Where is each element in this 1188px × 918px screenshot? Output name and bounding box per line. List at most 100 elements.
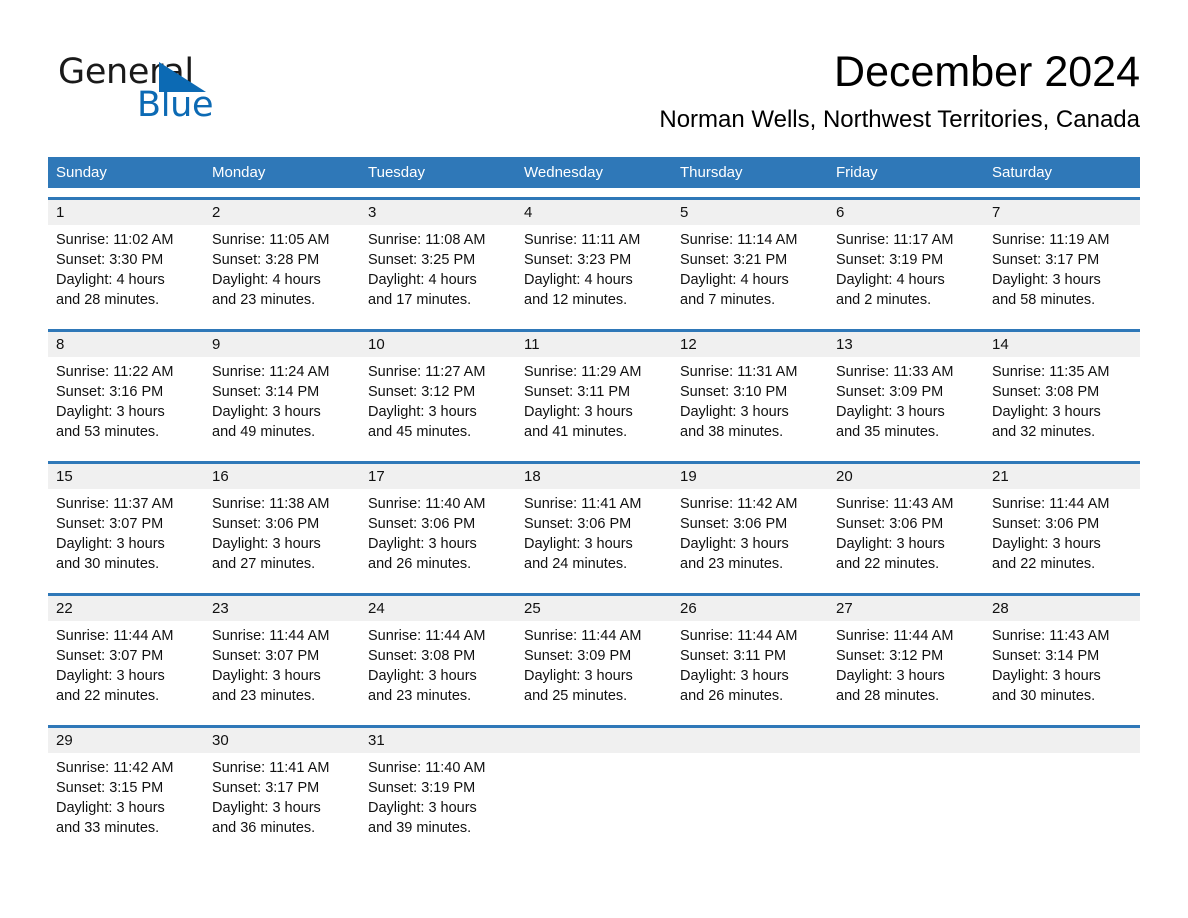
daylight-line-1: Daylight: 3 hours: [836, 668, 945, 684]
day-cell[interactable]: Sunrise: 11:43 AM Sunset: 3:06 PM Daylig…: [828, 489, 984, 584]
calendar-grid: Sunday Monday Tuesday Wednesday Thursday…: [48, 157, 1140, 848]
day-number[interactable]: 7: [984, 200, 1140, 225]
daylight-line-2: and 23 minutes.: [368, 688, 472, 704]
day-cell[interactable]: Sunrise: 11:40 AM Sunset: 3:06 PM Daylig…: [360, 489, 516, 584]
daylight-line-1: Daylight: 4 hours: [56, 272, 165, 288]
day-number[interactable]: 27: [828, 596, 984, 621]
daylight-line-1: Daylight: 3 hours: [56, 800, 165, 816]
day-cell[interactable]: Sunrise: 11:40 AM Sunset: 3:19 PM Daylig…: [360, 753, 516, 848]
day-cell[interactable]: Sunrise: 11:05 AM Sunset: 3:28 PM Daylig…: [204, 225, 360, 320]
day-cell[interactable]: Sunrise: 11:27 AM Sunset: 3:12 PM Daylig…: [360, 357, 516, 452]
daylight-line-2: and 39 minutes.: [368, 820, 472, 836]
day-cell[interactable]: Sunrise: 11:24 AM Sunset: 3:14 PM Daylig…: [204, 357, 360, 452]
day-cell[interactable]: Sunrise: 11:37 AM Sunset: 3:07 PM Daylig…: [48, 489, 204, 584]
day-cell[interactable]: Sunrise: 11:41 AM Sunset: 3:17 PM Daylig…: [204, 753, 360, 848]
sunrise-line: Sunrise: 11:11 AM: [524, 232, 641, 248]
day-number[interactable]: 1: [48, 200, 204, 225]
day-cell[interactable]: Sunrise: 11:44 AM Sunset: 3:06 PM Daylig…: [984, 489, 1140, 584]
day-cell-empty: [984, 728, 1140, 753]
day-number[interactable]: 22: [48, 596, 204, 621]
day-cell[interactable]: Sunrise: 11:43 AM Sunset: 3:14 PM Daylig…: [984, 621, 1140, 716]
sunrise-line: Sunrise: 11:08 AM: [368, 232, 486, 248]
day-cell[interactable]: Sunrise: 11:08 AM Sunset: 3:25 PM Daylig…: [360, 225, 516, 320]
day-cell[interactable]: Sunrise: 11:44 AM Sunset: 3:09 PM Daylig…: [516, 621, 672, 716]
day-number[interactable]: 30: [204, 728, 360, 753]
weekday-header-monday: Monday: [212, 164, 266, 181]
day-number[interactable]: 5: [672, 200, 828, 225]
weekday-header-row: Sunday Monday Tuesday Wednesday Thursday…: [48, 157, 1140, 188]
daylight-line-1: Daylight: 3 hours: [212, 800, 321, 816]
day-number[interactable]: 3: [360, 200, 516, 225]
day-cell[interactable]: Sunrise: 11:02 AM Sunset: 3:30 PM Daylig…: [48, 225, 204, 320]
sunset-line: Sunset: 3:06 PM: [524, 516, 632, 532]
day-number[interactable]: 23: [204, 596, 360, 621]
day-cell[interactable]: Sunrise: 11:44 AM Sunset: 3:08 PM Daylig…: [360, 621, 516, 716]
sunrise-line: Sunrise: 11:43 AM: [836, 496, 954, 512]
day-cell[interactable]: Sunrise: 11:11 AM Sunset: 3:23 PM Daylig…: [516, 225, 672, 320]
day-number[interactable]: 8: [48, 332, 204, 357]
day-cell[interactable]: Sunrise: 11:29 AM Sunset: 3:11 PM Daylig…: [516, 357, 672, 452]
day-number[interactable]: 17: [360, 464, 516, 489]
day-cell[interactable]: Sunrise: 11:35 AM Sunset: 3:08 PM Daylig…: [984, 357, 1140, 452]
day-number[interactable]: 29: [48, 728, 204, 753]
week-daynumber-band: 15 16 17 18 19 20 21: [48, 464, 1140, 489]
day-cell[interactable]: Sunrise: 11:38 AM Sunset: 3:06 PM Daylig…: [204, 489, 360, 584]
daylight-line-1: Daylight: 3 hours: [368, 668, 477, 684]
sunrise-line: Sunrise: 11:38 AM: [212, 496, 330, 512]
daylight-line-1: Daylight: 3 hours: [680, 404, 789, 420]
day-number[interactable]: 28: [984, 596, 1140, 621]
day-number[interactable]: 31: [360, 728, 516, 753]
sunset-line: Sunset: 3:08 PM: [992, 384, 1100, 400]
day-number[interactable]: 13: [828, 332, 984, 357]
day-number[interactable]: 25: [516, 596, 672, 621]
day-cell[interactable]: Sunrise: 11:33 AM Sunset: 3:09 PM Daylig…: [828, 357, 984, 452]
general-blue-logo[interactable]: General Blue: [58, 52, 318, 132]
day-cell[interactable]: Sunrise: 11:17 AM Sunset: 3:19 PM Daylig…: [828, 225, 984, 320]
day-cell[interactable]: Sunrise: 11:42 AM Sunset: 3:06 PM Daylig…: [672, 489, 828, 584]
day-cell[interactable]: Sunrise: 11:19 AM Sunset: 3:17 PM Daylig…: [984, 225, 1140, 320]
week-daynumber-band: 29 30 31: [48, 728, 1140, 753]
day-cell[interactable]: Sunrise: 11:14 AM Sunset: 3:21 PM Daylig…: [672, 225, 828, 320]
day-number[interactable]: 19: [672, 464, 828, 489]
day-number[interactable]: 2: [204, 200, 360, 225]
sunset-line: Sunset: 3:08 PM: [368, 648, 476, 664]
day-number[interactable]: 14: [984, 332, 1140, 357]
day-number[interactable]: 18: [516, 464, 672, 489]
day-cell[interactable]: Sunrise: 11:44 AM Sunset: 3:12 PM Daylig…: [828, 621, 984, 716]
daylight-line-2: and 22 minutes.: [992, 556, 1096, 572]
day-cell[interactable]: Sunrise: 11:22 AM Sunset: 3:16 PM Daylig…: [48, 357, 204, 452]
day-number[interactable]: 26: [672, 596, 828, 621]
day-number[interactable]: 6: [828, 200, 984, 225]
day-number[interactable]: 12: [672, 332, 828, 357]
day-number[interactable]: 10: [360, 332, 516, 357]
day-cell[interactable]: Sunrise: 11:44 AM Sunset: 3:07 PM Daylig…: [48, 621, 204, 716]
day-number[interactable]: 4: [516, 200, 672, 225]
day-cell[interactable]: Sunrise: 11:44 AM Sunset: 3:07 PM Daylig…: [204, 621, 360, 716]
day-number[interactable]: 9: [204, 332, 360, 357]
daylight-line-2: and 41 minutes.: [524, 424, 628, 440]
day-number[interactable]: 20: [828, 464, 984, 489]
daylight-line-2: and 22 minutes.: [836, 556, 940, 572]
day-cell[interactable]: Sunrise: 11:42 AM Sunset: 3:15 PM Daylig…: [48, 753, 204, 848]
sunset-line: Sunset: 3:30 PM: [56, 252, 164, 268]
day-number[interactable]: 16: [204, 464, 360, 489]
sunset-line: Sunset: 3:10 PM: [680, 384, 788, 400]
day-cell[interactable]: Sunrise: 11:31 AM Sunset: 3:10 PM Daylig…: [672, 357, 828, 452]
sunrise-line: Sunrise: 11:22 AM: [56, 364, 174, 380]
week-detail-band: Sunrise: 11:42 AM Sunset: 3:15 PM Daylig…: [48, 753, 1140, 848]
day-cell[interactable]: Sunrise: 11:44 AM Sunset: 3:11 PM Daylig…: [672, 621, 828, 716]
day-number[interactable]: 24: [360, 596, 516, 621]
sunrise-line: Sunrise: 11:41 AM: [524, 496, 642, 512]
daylight-line-1: Daylight: 3 hours: [680, 536, 789, 552]
day-number[interactable]: 15: [48, 464, 204, 489]
day-number[interactable]: 11: [516, 332, 672, 357]
day-number[interactable]: 21: [984, 464, 1140, 489]
daylight-line-1: Daylight: 4 hours: [524, 272, 633, 288]
daylight-line-2: and 35 minutes.: [836, 424, 940, 440]
sunrise-line: Sunrise: 11:19 AM: [992, 232, 1110, 248]
sunrise-line: Sunrise: 11:44 AM: [524, 628, 642, 644]
daylight-line-2: and 32 minutes.: [992, 424, 1096, 440]
calendar-page: General Blue December 2024 Norman Wells,…: [0, 0, 1188, 918]
daylight-line-2: and 2 minutes.: [836, 292, 932, 308]
day-cell[interactable]: Sunrise: 11:41 AM Sunset: 3:06 PM Daylig…: [516, 489, 672, 584]
